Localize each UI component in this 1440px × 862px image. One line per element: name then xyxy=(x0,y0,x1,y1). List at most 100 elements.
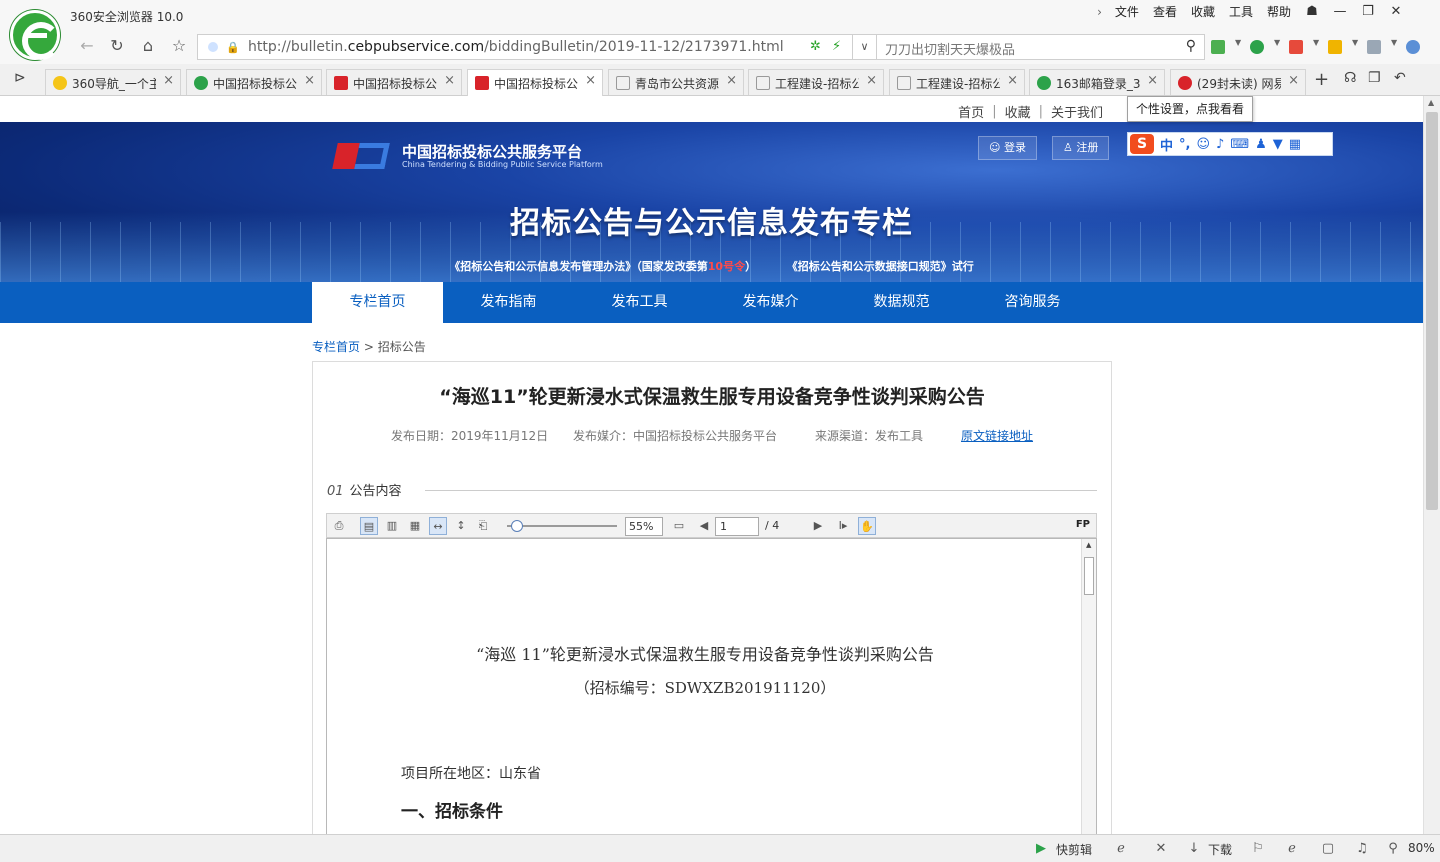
back-button[interactable]: ← xyxy=(75,35,99,59)
nav-media[interactable]: 发布媒介 xyxy=(705,282,836,323)
nav-consulting[interactable]: 咨询服务 xyxy=(967,282,1098,323)
tab-item[interactable]: (29封未读) 网易 × xyxy=(1170,69,1306,95)
zoom-slider[interactable] xyxy=(507,525,617,527)
pdf-viewer[interactable]: “海巡 11”轮更新浸水式保温救生服专用设备竞争性谈判采购公告 （招标编号：SD… xyxy=(326,538,1097,834)
download-icon[interactable]: ↓ xyxy=(1186,841,1202,857)
ime-toolbar[interactable]: S 中 °, ☺ ♪ ⌨ ♟ ▼ ▦ xyxy=(1127,132,1333,156)
fullscreen-icon[interactable]: ▭ xyxy=(670,517,688,535)
maximize-button[interactable]: ❐ xyxy=(1354,3,1382,21)
browser-logo[interactable] xyxy=(10,10,60,60)
window-icon[interactable]: ▢ xyxy=(1320,841,1336,857)
compat-mode-icon[interactable]: ✲ xyxy=(810,39,821,54)
mic-icon[interactable]: ♪ xyxy=(1216,137,1224,152)
headphones-icon[interactable]: ☊ xyxy=(1344,70,1356,86)
new-tab-icon[interactable]: + xyxy=(1314,69,1329,90)
prev-page-icon[interactable]: ◀ xyxy=(695,517,713,535)
chevron-right-icon[interactable]: › xyxy=(1091,5,1108,19)
pdf-icon[interactable] xyxy=(1289,40,1303,54)
skin-icon[interactable]: ☗ xyxy=(1298,3,1326,21)
tab-item-active[interactable]: 中国招标投标公 × xyxy=(467,69,603,96)
edge-icon[interactable]: ℯ xyxy=(1113,841,1129,857)
pin-icon[interactable]: ✕ xyxy=(1153,841,1169,857)
toolbox-icon[interactable]: ▦ xyxy=(1289,137,1301,152)
zoom-level[interactable]: 80% xyxy=(1408,841,1435,855)
fit-height-icon[interactable]: ↕ xyxy=(452,517,470,535)
menu-tools[interactable]: 工具 xyxy=(1222,3,1260,21)
search-icon[interactable]: ⚲ xyxy=(1186,38,1196,54)
tab-item[interactable]: 360导航_一个主 × xyxy=(45,69,181,95)
tools-icon[interactable] xyxy=(1367,40,1381,54)
fit-width-icon[interactable]: ↔ xyxy=(429,517,447,535)
refresh-button[interactable]: ↻ xyxy=(105,35,129,59)
toplink-home[interactable]: 首页 xyxy=(958,102,984,121)
nav-column-home[interactable]: 专栏首页 xyxy=(312,282,443,323)
skin-icon[interactable]: ▼ xyxy=(1273,137,1283,152)
pdf-scrollbar[interactable]: ▲ xyxy=(1081,539,1096,834)
menu-view[interactable]: 查看 xyxy=(1146,3,1184,21)
keyboard-icon[interactable]: ⌨ xyxy=(1230,137,1249,152)
ime-lang[interactable]: 中 xyxy=(1160,135,1173,154)
user-icon[interactable]: ♟ xyxy=(1255,137,1267,152)
tab-item[interactable]: 中国招标投标公 × xyxy=(186,69,322,95)
tab-list-icon[interactable]: ❐ xyxy=(1368,70,1381,86)
two-page-icon[interactable]: ▥ xyxy=(383,517,401,535)
punctuation-icon[interactable]: °, xyxy=(1179,137,1190,152)
register-button[interactable]: ♙ 注册 xyxy=(1052,136,1110,160)
page-scrollbar[interactable]: ▲ xyxy=(1423,96,1440,834)
tab-item[interactable]: 青岛市公共资源 × xyxy=(608,69,744,95)
ie-icon[interactable]: ℯ xyxy=(1284,841,1300,857)
finance-icon[interactable] xyxy=(1250,40,1264,54)
tab-item[interactable]: 工程建设-招标公 × xyxy=(889,69,1025,95)
nav-guide[interactable]: 发布指南 xyxy=(443,282,574,323)
page-scroll-thumb[interactable] xyxy=(1426,112,1438,510)
sound-icon[interactable]: ♫ xyxy=(1354,841,1370,857)
print-icon[interactable]: ⎙ xyxy=(330,517,348,535)
nav-data-spec[interactable]: 数据规范 xyxy=(836,282,967,323)
page-input[interactable]: 1 xyxy=(715,517,759,536)
tab-item[interactable]: 中国招标投标公 × xyxy=(326,69,462,95)
select-text-icon[interactable]: I▸ xyxy=(834,517,852,535)
zoom-icon[interactable]: ⚲ xyxy=(1385,841,1401,857)
address-bar[interactable]: 🔒 http://bulletin.cebpubservice.com/bidd… xyxy=(197,34,853,60)
chevron-down-icon[interactable]: ▼ xyxy=(1313,38,1319,47)
single-page-icon[interactable]: ▤ xyxy=(360,517,378,535)
sogou-icon[interactable]: S xyxy=(1130,134,1154,154)
menu-file[interactable]: 文件 xyxy=(1108,3,1146,21)
speed-mode-icon[interactable]: ⚡ xyxy=(832,39,841,54)
close-icon[interactable]: × xyxy=(1288,73,1299,88)
download-label[interactable]: 下载 xyxy=(1208,841,1232,858)
menu-favorites[interactable]: 收藏 xyxy=(1184,3,1222,21)
minimize-button[interactable]: — xyxy=(1326,3,1354,21)
menu-help[interactable]: 帮助 xyxy=(1260,3,1298,21)
login-button[interactable]: ☺ 登录 xyxy=(978,136,1037,160)
emoji-icon[interactable]: ☺ xyxy=(1196,137,1210,152)
zoom-slider-handle[interactable] xyxy=(511,520,523,532)
screenshot-icon[interactable] xyxy=(1328,40,1342,54)
close-icon[interactable]: × xyxy=(304,73,315,88)
scroll-up-icon[interactable]: ▲ xyxy=(1428,98,1434,107)
zoom-input[interactable]: 55% xyxy=(625,517,663,536)
original-link[interactable]: 原文链接地址 xyxy=(961,427,1033,444)
rotate-icon[interactable]: ⎗ xyxy=(474,517,492,535)
close-icon[interactable]: × xyxy=(726,73,737,88)
chevron-down-icon[interactable]: ▼ xyxy=(1391,38,1397,47)
close-icon[interactable]: × xyxy=(1147,73,1158,88)
home-button[interactable]: ⌂ xyxy=(136,35,160,59)
next-page-icon[interactable]: ▶ xyxy=(809,517,827,535)
apps-icon[interactable] xyxy=(1211,40,1225,54)
tab-item[interactable]: 工程建设-招标公 × xyxy=(748,69,884,95)
favorite-star-icon[interactable]: ☆ xyxy=(167,35,191,59)
url-text[interactable]: http://bulletin.cebpubservice.com/biddin… xyxy=(248,39,784,55)
zoom-icon[interactable] xyxy=(1406,40,1420,54)
quick-edit-icon[interactable]: ▶ xyxy=(1033,841,1049,857)
close-button[interactable]: ✕ xyxy=(1382,3,1410,21)
grid-view-icon[interactable]: ▦ xyxy=(406,517,424,535)
close-icon[interactable]: × xyxy=(444,73,455,88)
close-icon[interactable]: × xyxy=(163,73,174,88)
toplink-about[interactable]: 关于我们 xyxy=(1051,102,1103,121)
pdf-scroll-thumb[interactable] xyxy=(1084,557,1094,595)
site-logo[interactable] xyxy=(332,139,391,173)
close-icon[interactable]: × xyxy=(1007,73,1018,88)
scroll-up-icon[interactable]: ▲ xyxy=(1086,541,1091,549)
chevron-down-icon[interactable]: ▼ xyxy=(1352,38,1358,47)
